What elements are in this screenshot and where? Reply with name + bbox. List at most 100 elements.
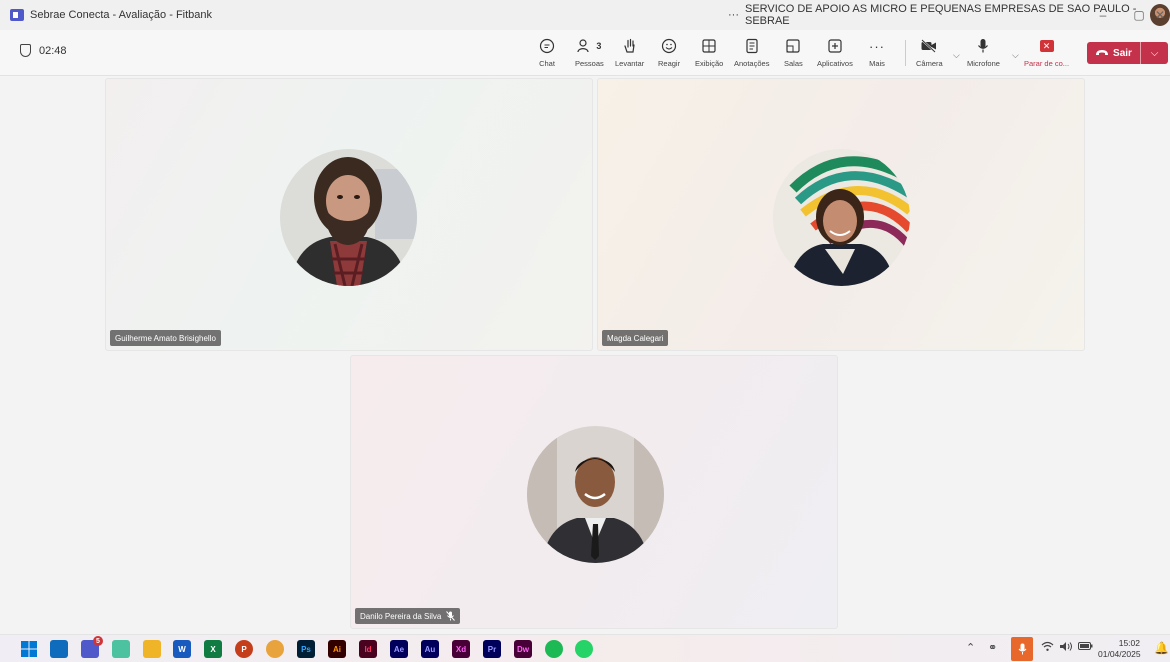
illustrator-icon[interactable]: Ai (328, 640, 346, 658)
clock-time: 15:02 (1118, 638, 1140, 648)
wifi-icon[interactable] (1041, 641, 1054, 655)
grid-view-icon (701, 36, 717, 56)
powerpoint-icon[interactable]: P (235, 640, 253, 658)
microphone-label: Microfone (967, 59, 1000, 68)
people-label: Pessoas (575, 59, 604, 68)
powerpoint-label: P (241, 644, 247, 654)
participant-tile[interactable]: Danilo Pereira da Silva (350, 355, 838, 629)
raise-hand-label: Levantar (615, 59, 645, 68)
people-count: 3 (596, 40, 602, 51)
organization-name: SERVICO DE APOIO AS MICRO E PEQUENAS EMP… (745, 3, 1137, 27)
hang-up-icon (1096, 50, 1109, 55)
participant-avatar (280, 149, 417, 286)
chrome-icon[interactable] (266, 640, 284, 658)
chat-label: Chat (539, 59, 555, 68)
stop-share-icon: ✕ (1039, 36, 1054, 56)
excel-icon[interactable]: X (204, 640, 222, 658)
explorer-icon[interactable] (143, 640, 161, 658)
spotify-icon[interactable] (545, 640, 563, 658)
participant-name: Guilherme Amato Brisighello (115, 333, 216, 343)
microphone-button[interactable]: Microfone (967, 36, 1000, 72)
indesign-icon[interactable]: Id (359, 640, 377, 658)
rooms-icon (785, 36, 801, 56)
view-button[interactable]: Exibição (695, 36, 723, 72)
notes-button[interactable]: Anotações (734, 36, 769, 72)
audition-label: Au (424, 644, 436, 654)
participant-avatar (773, 149, 910, 286)
word-icon[interactable]: W (173, 640, 191, 658)
dreamweaver-label: Dw (517, 644, 529, 654)
smiley-icon (661, 36, 677, 56)
premiere-icon[interactable]: Pr (483, 640, 501, 658)
camera-label: Câmera (916, 59, 943, 68)
meeting-timer-text: 02:48 (39, 44, 67, 57)
meeting-toolbar: 02:48 Chat 3 Pessoas Levantar Reagir Exi… (0, 30, 1170, 76)
illustrator-label: Ai (333, 644, 341, 654)
meeting-timer: 02:48 (20, 44, 67, 57)
photoshop-icon[interactable]: Ps (297, 640, 315, 658)
people-button[interactable]: 3 Pessoas (575, 36, 604, 72)
close-window-button[interactable]: ✕ (1150, 0, 1170, 30)
chat-button[interactable]: Chat (539, 36, 555, 72)
audition-icon[interactable]: Au (421, 640, 439, 658)
indesign-label: Id (364, 644, 372, 654)
stop-sharing-button[interactable]: ✕ Parar de co... (1024, 36, 1069, 72)
notes-icon (744, 36, 760, 56)
notes-label: Anotações (734, 59, 770, 68)
apps-label: Aplicativos (817, 59, 853, 68)
participant-name: Danilo Pereira da Silva (360, 611, 442, 621)
leave-button[interactable]: Sair (1087, 42, 1140, 64)
clock-date: 01/04/2025 (1098, 649, 1141, 659)
video-stage: Guilherme Amato Brisighello Magda Calega… (0, 77, 1170, 634)
people-icon: 3 (577, 36, 601, 56)
excel-label: X (210, 644, 216, 654)
apps-button[interactable]: Aplicativos (817, 36, 853, 72)
add-app-icon (827, 36, 843, 56)
participant-tile[interactable]: Guilherme Amato Brisighello (105, 78, 593, 351)
dreamweaver-icon[interactable]: Dw (514, 640, 532, 658)
notification-badge: 5 (93, 636, 103, 646)
camera-button[interactable]: Câmera (916, 36, 943, 72)
aftereffects-icon[interactable]: Ae (390, 640, 408, 658)
snipping-icon[interactable] (112, 640, 130, 658)
show-hidden-icons-chevron-icon[interactable]: ⌃ (966, 641, 975, 654)
microphone-in-use-icon[interactable] (1011, 637, 1033, 661)
participant-name: Magda Calegari (607, 333, 664, 343)
word-label: W (178, 644, 186, 654)
react-button[interactable]: Reagir (658, 36, 680, 72)
raise-hand-button[interactable]: Levantar (615, 36, 644, 72)
battery-icon[interactable] (1078, 641, 1093, 654)
more-options-icon[interactable]: ··· (728, 9, 739, 21)
hand-icon (622, 36, 638, 56)
network-app-icon[interactable]: ⚭ (988, 641, 997, 654)
participant-name-tag: Danilo Pereira da Silva (355, 608, 461, 624)
taskbar-clock[interactable]: 15:02 01/04/2025 (1098, 638, 1141, 660)
teams-icon[interactable]: 5 (81, 636, 103, 658)
stop-sharing-label: Parar de co... (1024, 59, 1070, 68)
volume-icon[interactable] (1059, 641, 1073, 655)
minimize-button[interactable]: – (1085, 0, 1121, 30)
xd-icon[interactable]: Xd (452, 640, 470, 658)
photoshop-label: Ps (301, 644, 311, 654)
teams-app-icon (10, 9, 24, 21)
start-icon[interactable] (20, 640, 38, 658)
microphone-options-chevron-icon[interactable]: ⌵ (1012, 50, 1019, 61)
leave-label: Sair (1113, 47, 1132, 59)
xd-label: Xd (455, 644, 467, 654)
whatsapp-icon[interactable] (575, 640, 593, 658)
react-label: Reagir (658, 59, 681, 68)
leave-options-chevron-icon[interactable]: ⌵ (1140, 42, 1168, 64)
notification-bell-icon[interactable]: 🔔 (1154, 641, 1169, 655)
microphone-icon (976, 36, 990, 56)
more-label: Mais (869, 59, 885, 68)
participant-tile[interactable]: Magda Calegari (597, 78, 1085, 351)
microphone-muted-icon (446, 611, 456, 621)
outlook-icon[interactable] (50, 640, 68, 658)
camera-options-chevron-icon[interactable]: ⌵ (953, 50, 960, 61)
more-button[interactable]: ··· Mais (869, 36, 885, 72)
rooms-button[interactable]: Salas (784, 36, 803, 72)
participant-avatar (527, 426, 664, 563)
aftereffects-label: Ae (393, 644, 405, 654)
view-label: Exibição (695, 59, 724, 68)
participant-name-tag: Guilherme Amato Brisighello (110, 330, 221, 346)
